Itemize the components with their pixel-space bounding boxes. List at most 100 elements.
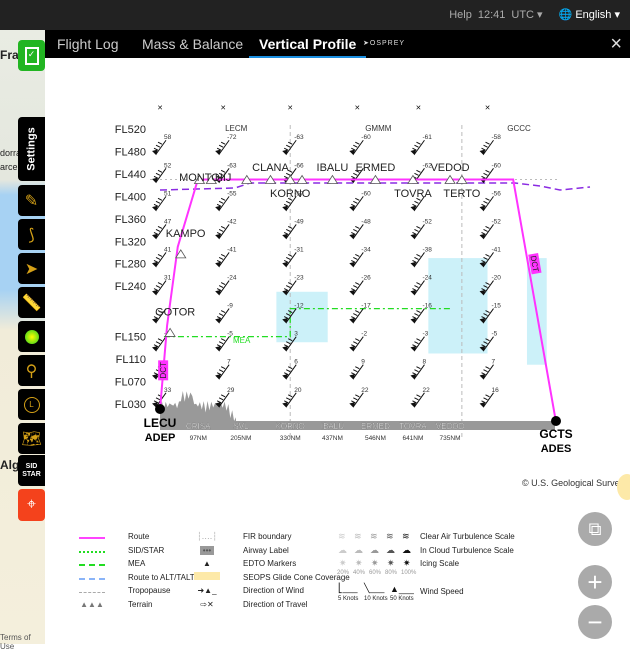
wind-barb: [152, 252, 167, 268]
legend-wind-label: Wind Speed: [420, 587, 464, 596]
legend-airway-label: ••• Airway Label: [185, 544, 289, 557]
wind-barb: [349, 336, 364, 352]
arrival-role: ADES: [541, 443, 572, 455]
legend-label: FIR boundary: [243, 532, 292, 541]
copyright: © U.S. Geological Survey: [522, 478, 625, 488]
zoom-out-button[interactable]: −: [578, 605, 612, 639]
route-line: [159, 178, 557, 422]
temperature-label: 51: [164, 190, 172, 197]
wind-barb: [410, 224, 425, 240]
wind-barb: [479, 224, 494, 240]
cat-scale-icon: ≋: [370, 531, 378, 541]
legend-route: Route: [70, 530, 149, 543]
wind-barb: [410, 392, 425, 408]
wind-barb: [215, 280, 230, 296]
ground-distance-label: 205NM: [230, 435, 251, 442]
wind-barb: [410, 336, 425, 352]
wind-barb: [479, 196, 494, 212]
ground-waypoint-label: ERMED: [361, 422, 390, 431]
y-tick-label: FL070: [115, 377, 146, 389]
arrival-code: GCTS: [539, 427, 572, 441]
legend-direction-of-wind: ➜▲_ Direction of Wind: [185, 584, 303, 597]
direction-of-wind-symbol: ➜▲_: [197, 586, 217, 596]
icing-percent: 20%: [337, 569, 350, 576]
waypoint-label: VEDOD: [430, 162, 469, 174]
departure-code: LECU: [144, 416, 177, 430]
open-external-icon: ⧉: [588, 518, 602, 539]
waypoint-label: CLANA: [252, 162, 289, 174]
wind-barb: [152, 196, 167, 212]
temperature-label: -2: [361, 331, 367, 338]
ground-distance-label: 546NM: [365, 435, 386, 442]
compass-rose-icon: ✕: [485, 105, 491, 112]
wind-speed-label: 50 Knots: [390, 595, 414, 602]
ground-bar: [160, 421, 555, 430]
ict-scale-icon: ☁: [386, 545, 395, 555]
zoom-out-icon: −: [587, 606, 603, 637]
temperature-label: 6: [294, 359, 298, 366]
wind-barb: [152, 280, 167, 296]
waypoint-label: ERMED: [356, 162, 396, 174]
fir-label: GMMM: [365, 124, 392, 133]
temperature-label: 22: [422, 387, 430, 394]
legend-mea: MEA: [70, 557, 145, 570]
temperature-label: 16: [492, 387, 500, 394]
wind-barb: [215, 336, 230, 352]
waypoint-label: IBALU: [317, 162, 349, 174]
waypoint-label: KORNO: [270, 188, 311, 200]
compass-rose-icon: ✕: [157, 105, 163, 112]
waypoint-label: GOTOR: [155, 306, 195, 318]
ground-distance-label: 330NM: [280, 435, 301, 442]
wind-barb: [349, 308, 364, 324]
wind-barb: [349, 139, 364, 156]
icing-percent: 80%: [385, 569, 398, 576]
tropopause-symbol: [70, 586, 114, 595]
ground-distance-label: 97NM: [190, 435, 207, 442]
temperature-label: -5: [492, 331, 498, 338]
ict-scale-icon: ☁: [354, 545, 363, 555]
wind-barb: [349, 280, 364, 296]
wind-barb: [215, 224, 230, 240]
wind-barb: [479, 139, 494, 156]
y-tick-label: FL150: [115, 332, 146, 344]
legend-cat-label: Clear Air Turbulence Scale: [420, 532, 515, 541]
legend-sid-star: SID/STAR: [70, 544, 164, 557]
edto-markers-symbol: ▲: [203, 559, 211, 569]
y-tick-label: FL280: [115, 259, 146, 271]
zoom-in-button[interactable]: +: [578, 565, 612, 599]
compass-rose-icon: ✕: [416, 105, 422, 112]
y-tick-label: FL440: [115, 169, 146, 181]
temperature-label: 7: [227, 359, 231, 366]
wind-barb: [410, 252, 425, 268]
ground-waypoint-label: VEDOD: [436, 422, 465, 431]
icing-percent: 40%: [353, 569, 366, 576]
wind-barb: [479, 392, 494, 408]
compass-rose-icon: ✕: [287, 105, 293, 112]
mea-label: MEA: [233, 336, 251, 345]
temperature-label: 7: [492, 359, 496, 366]
airway-label: DCT: [158, 360, 169, 381]
legend-label: EDTO Markers: [243, 559, 297, 569]
ground-waypoint-label: CRISA: [186, 422, 211, 431]
wind-barb: [410, 280, 425, 296]
waypoint-label: TOVRA: [394, 188, 432, 200]
ground-distance-label: 735NM: [440, 435, 461, 442]
legend-label: Tropopause: [128, 586, 171, 596]
cat-scale-icon: ≋: [354, 531, 362, 541]
temperature-label: -9: [227, 303, 233, 310]
ict-scale-icon: ☁: [402, 545, 411, 555]
temperature-label: 29: [227, 387, 235, 394]
route-to-alt-symbol: [70, 573, 114, 582]
wind-barb: [215, 139, 230, 156]
legend-label: SID/STAR: [128, 545, 165, 555]
ground-distance-label: 437NM: [322, 435, 343, 442]
wind-barb: [410, 139, 425, 156]
temperature-label: 33: [164, 387, 172, 394]
wind-barb: [152, 224, 167, 240]
open-external-button[interactable]: ⧉: [578, 512, 612, 546]
cat-scale-icon: ≋: [338, 531, 346, 541]
temperature-label: 20: [294, 387, 302, 394]
cat-scale-icon: ≋: [386, 531, 394, 541]
temperature-label: 22: [361, 387, 369, 394]
waypoint-label: HIJ: [215, 172, 232, 184]
